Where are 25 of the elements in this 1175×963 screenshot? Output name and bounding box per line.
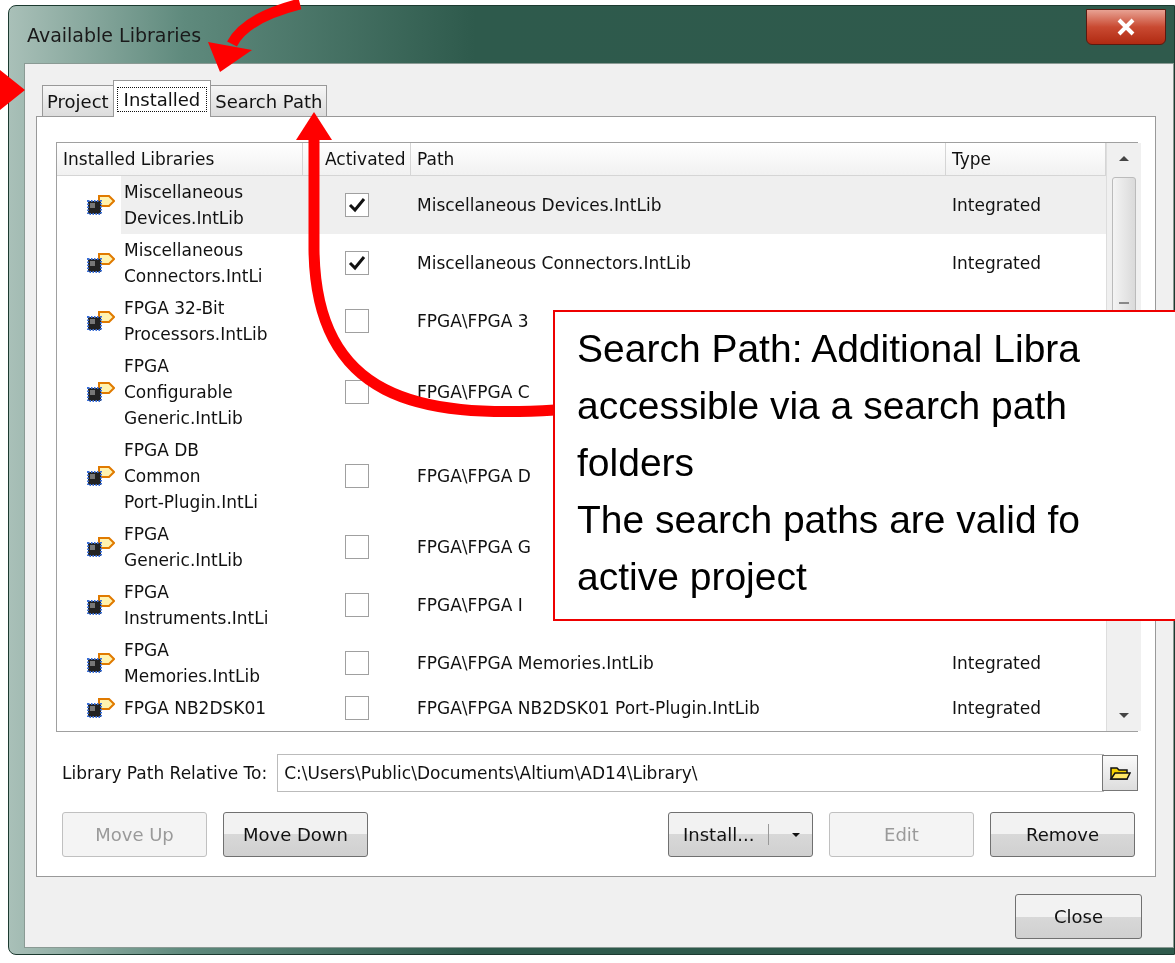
library-type: Integrated	[952, 653, 1042, 673]
library-name: Miscellaneous Devices.IntLib	[124, 181, 244, 230]
window-title: Available Libraries	[26, 23, 202, 46]
library-path: FPGA\FPGA 3	[417, 311, 529, 331]
library-name: FPGA 32-Bit Processors.IntLib	[124, 297, 268, 346]
library-path: Miscellaneous Connectors.IntLib	[417, 253, 691, 273]
callout-text: Search Path: Additional Libra accessible via a search path folders The search paths are valid fo active project	[577, 326, 1081, 600]
library-name: FPGA DB Common Port-Plugin.IntLi	[124, 439, 258, 514]
library-path: FPGA\FPGA I	[417, 595, 523, 615]
library-path: Miscellaneous Devices.IntLib	[417, 195, 662, 215]
library-path: FPGA\FPGA C	[417, 382, 530, 402]
library-name: FPGA Configurable Generic.IntLib	[124, 355, 243, 430]
library-path: FPGA\FPGA Memories.IntLib	[417, 653, 654, 673]
library-name: FPGA Instruments.IntLi	[124, 581, 269, 630]
library-name: FPGA Memories.IntLib	[124, 639, 260, 688]
library-type: Integrated	[952, 698, 1042, 718]
library-name: FPGA NB2DSK01	[124, 697, 267, 720]
library-path: FPGA\FPGA NB2DSK01 Port-Plugin.IntLib	[417, 698, 760, 718]
library-path: FPGA\FPGA G	[417, 537, 531, 557]
field-label: Library Path Relative To:	[62, 763, 268, 783]
library-name: FPGA Generic.IntLib	[124, 523, 243, 572]
library-path: FPGA\FPGA D	[417, 466, 531, 486]
library-type: Integrated	[952, 253, 1042, 273]
library-type: Integrated	[952, 195, 1042, 215]
library-name: Miscellaneous Connectors.IntLi	[124, 239, 263, 288]
